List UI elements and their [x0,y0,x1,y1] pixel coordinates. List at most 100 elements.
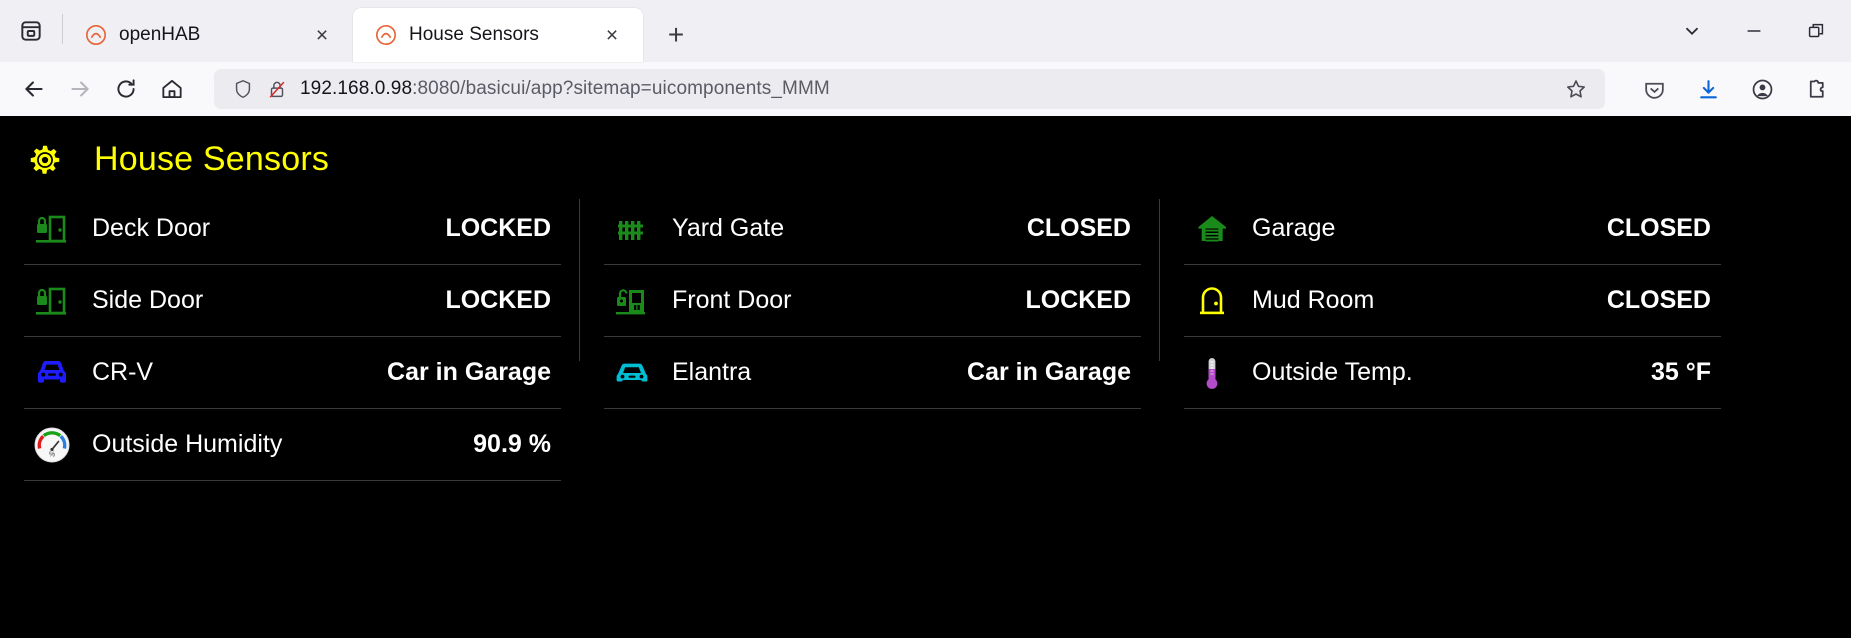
sitemap-row-label: Garage [1252,214,1336,242]
restore-icon [1808,23,1824,38]
back-arrow-icon [25,81,43,97]
pocket-button[interactable] [1631,67,1677,111]
sitemap-row-outside-temp[interactable]: Outside Temp. 35 °F [1184,337,1721,409]
tab-title: House Sensors [409,24,539,45]
browser-tab-house-sensors[interactable]: House Sensors × [353,8,643,62]
reload-button[interactable] [104,67,148,111]
extensions-button[interactable] [1793,67,1839,111]
browser-window: openHAB × House Sensors × + 192.168.0.98… [0,0,1851,638]
sitemap-column-2: Yard Gate CLOSED Front Door LOCKED Elant… [604,193,1141,481]
door-icon [1184,281,1240,321]
svg-text:%: % [49,451,55,458]
minimize-icon [1747,30,1761,32]
sitemap-row-value: Car in Garage [387,358,551,386]
bookmark-star-icon[interactable] [1559,72,1593,106]
sitemap-row-front-door[interactable]: Front Door LOCKED [604,265,1141,337]
sitemap-row-label: Mud Room [1252,286,1375,314]
thermometer-icon [1184,353,1240,393]
downloads-button[interactable] [1685,67,1731,111]
url-host: 192.168.0.98 [300,78,413,99]
car-front-icon [24,352,80,394]
column-spacer [1184,409,1721,481]
sitemap-row-label: Deck Door [92,214,211,242]
sitemap-row-value: 90.9 % [473,430,551,458]
firefox-view-container [0,0,62,62]
reload-icon [117,79,135,98]
tab-strip: openHAB × House Sensors × + [0,0,1851,62]
navigation-toolbar: 192.168.0.98:8080/basicui/app?sitemap=ui… [0,62,1851,116]
sitemap-grid: Deck Door LOCKED Side Door LOCKED CR-V C… [0,193,1851,481]
firefox-view-icon [21,21,41,41]
sitemap-row-mud-room[interactable]: Mud Room CLOSED [1184,265,1721,337]
shield-icon[interactable] [232,78,254,100]
sitemap-row-label: Front Door [672,286,792,314]
forward-arrow-icon [71,81,89,97]
firefox-view-button[interactable] [12,12,50,50]
humidity-gauge-icon: % [24,424,80,466]
car-side-icon [604,352,660,394]
sitemap-row-label: CR-V [92,358,154,386]
tab-close-button[interactable]: × [597,20,627,50]
sitemap-row-value: LOCKED [445,214,551,242]
sitemap-row-deck-door[interactable]: Deck Door LOCKED [24,193,561,265]
back-button[interactable] [12,67,56,111]
column-divider [1159,199,1160,361]
account-icon [1752,79,1772,99]
restore-button[interactable] [1787,5,1845,57]
forward-button[interactable] [58,67,102,111]
new-tab-button[interactable]: + [653,12,699,58]
toolbar-right-buttons [1625,67,1839,111]
sitemap-row-yard-gate[interactable]: Yard Gate CLOSED [604,193,1141,265]
sitemap-row-value: CLOSED [1606,286,1711,314]
openhab-icon [375,24,397,46]
sitemap-row-label: Side Door [92,286,204,314]
lock-crossed-icon[interactable] [266,78,288,100]
sitemap-row-value: LOCKED [445,286,551,314]
minimize-button[interactable] [1725,5,1783,57]
account-button[interactable] [1739,67,1785,111]
door-locked-icon [24,281,80,321]
app-header: House Sensors [0,116,1851,193]
door-locked-icon [24,209,80,249]
extensions-icon [1809,79,1824,98]
page-content: House Sensors Deck Door LOCKED Side Door… [0,116,1851,638]
sitemap-row-label: Elantra [672,358,752,386]
tab-title: openHAB [119,24,201,45]
sitemap-column-1: Deck Door LOCKED Side Door LOCKED CR-V C… [24,193,561,481]
home-icon [162,79,182,99]
sitemap-row-label: Outside Humidity [92,430,283,458]
sitemap-row-value: CLOSED [1026,214,1131,242]
page-title: House Sensors [94,140,330,178]
sitemap-row-value: 35 °F [1650,358,1711,386]
sitemap-row-value: LOCKED [1025,286,1131,314]
downloads-icon [1699,79,1717,98]
sitemap-row-outside-humidity[interactable]: % Outside Humidity 90.9 % [24,409,561,481]
sitemap-row-label: Yard Gate [672,214,785,242]
pocket-icon [1644,82,1664,99]
chevron-down-icon [1685,27,1699,36]
sitemap-row-crv[interactable]: CR-V Car in Garage [24,337,561,409]
sitemap-row-elantra[interactable]: Elantra Car in Garage [604,337,1141,409]
garage-icon [1184,209,1240,249]
sitemap-row-label: Outside Temp. [1252,358,1413,386]
door-unlocked-icon [604,281,660,321]
url-bar[interactable]: 192.168.0.98:8080/basicui/app?sitemap=ui… [214,69,1605,109]
url-path: :8080/basicui/app?sitemap=uicomponents_M… [412,78,830,99]
window-controls [1663,0,1851,62]
tab-close-button[interactable]: × [307,20,337,50]
home-button[interactable] [150,67,194,111]
column-divider [579,199,580,361]
column-spacer [604,409,1141,481]
openhab-icon [85,24,107,46]
sitemap-column-3: Garage CLOSED Mud Room CLOSED Outside Te… [1184,193,1721,481]
fence-gate-icon [604,209,660,249]
tabs-container: openHAB × House Sensors × + [63,0,699,62]
sitemap-row-side-door[interactable]: Side Door LOCKED [24,265,561,337]
browser-tab-openhab[interactable]: openHAB × [63,8,353,62]
sitemap-row-garage[interactable]: Garage CLOSED [1184,193,1721,265]
gear-icon[interactable] [26,141,64,179]
list-all-tabs-button[interactable] [1663,5,1721,57]
sitemap-row-value: CLOSED [1606,214,1711,242]
sitemap-row-value: Car in Garage [967,358,1131,386]
url-text[interactable]: 192.168.0.98:8080/basicui/app?sitemap=ui… [300,78,1547,100]
